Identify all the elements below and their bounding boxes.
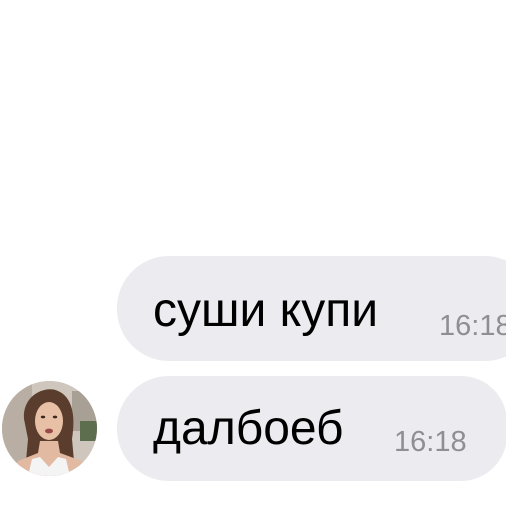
- message-text: суши купи: [153, 284, 378, 337]
- message-timestamp: 16:18: [394, 426, 467, 458]
- message-timestamp: 16:18: [439, 310, 506, 342]
- chat-screen: суши купи 16:18 далбоеб 16:18: [0, 0, 506, 507]
- message-text: далбоеб: [153, 402, 344, 455]
- message-bubble[interactable]: далбоеб 16:18: [117, 376, 506, 481]
- avatar-photo: [2, 381, 97, 476]
- message-bubble[interactable]: суши купи 16:18: [117, 256, 506, 361]
- contact-avatar[interactable]: [2, 381, 97, 476]
